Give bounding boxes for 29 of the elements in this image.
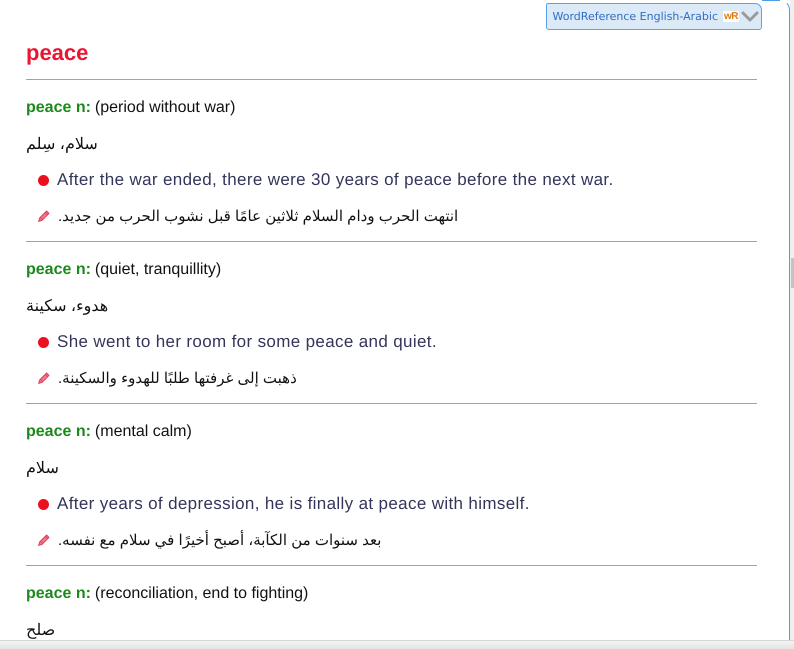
pencil-icon	[38, 372, 50, 384]
arabic-translation: هدوء، سكينة	[26, 297, 108, 316]
example-sentence: After years of depression, he is finally at peace with himself.	[57, 494, 530, 514]
scrollbar-thumb[interactable]	[791, 258, 794, 288]
logo: wR	[723, 11, 739, 22]
entry-sense: (quiet, tranquillity)	[94, 261, 222, 279]
entry-term: peace n:	[26, 585, 91, 603]
entry-term: peace n:	[26, 99, 91, 117]
headword-title: peace	[26, 40, 88, 66]
chevron-down-icon	[741, 11, 759, 22]
bullet-icon	[38, 174, 49, 186]
bullet-icon	[38, 498, 49, 510]
arabic-translation: صلح	[26, 621, 56, 640]
entry-sense: (reconciliation, end to fighting)	[94, 585, 308, 603]
bullet-icon	[38, 336, 49, 348]
example-sentence: After the war ended, there were 30 years of peace before the next war.	[57, 170, 614, 190]
arabic-example: بعد سنوات من الكآبة، أصبح أخيرًا في سلام مع نفسه.	[58, 531, 382, 549]
pencil-icon	[38, 534, 50, 546]
entry-term: peace n:	[26, 423, 91, 441]
pencil-icon	[38, 210, 50, 222]
entry-term: peace n:	[26, 261, 91, 279]
example-sentence: She went to her room for some peace and quiet.	[57, 332, 437, 352]
entry-sense: (period without war)	[94, 99, 236, 117]
arabic-translation: سلام	[26, 459, 59, 478]
dictionary-selector[interactable]: WordReference English-Arabic wR	[546, 3, 762, 30]
arabic-example: ذهبت إلى غرفتها طلبًا للهدوء والسكينة.	[58, 369, 297, 387]
entry-sense: (mental calm)	[94, 423, 192, 441]
arabic-example: انتهت الحرب ودام السلام ثلاثين عامًا قبل نشوب الحرب من جديد.	[58, 207, 458, 225]
arabic-translation: سلام، سِلم	[26, 135, 98, 154]
